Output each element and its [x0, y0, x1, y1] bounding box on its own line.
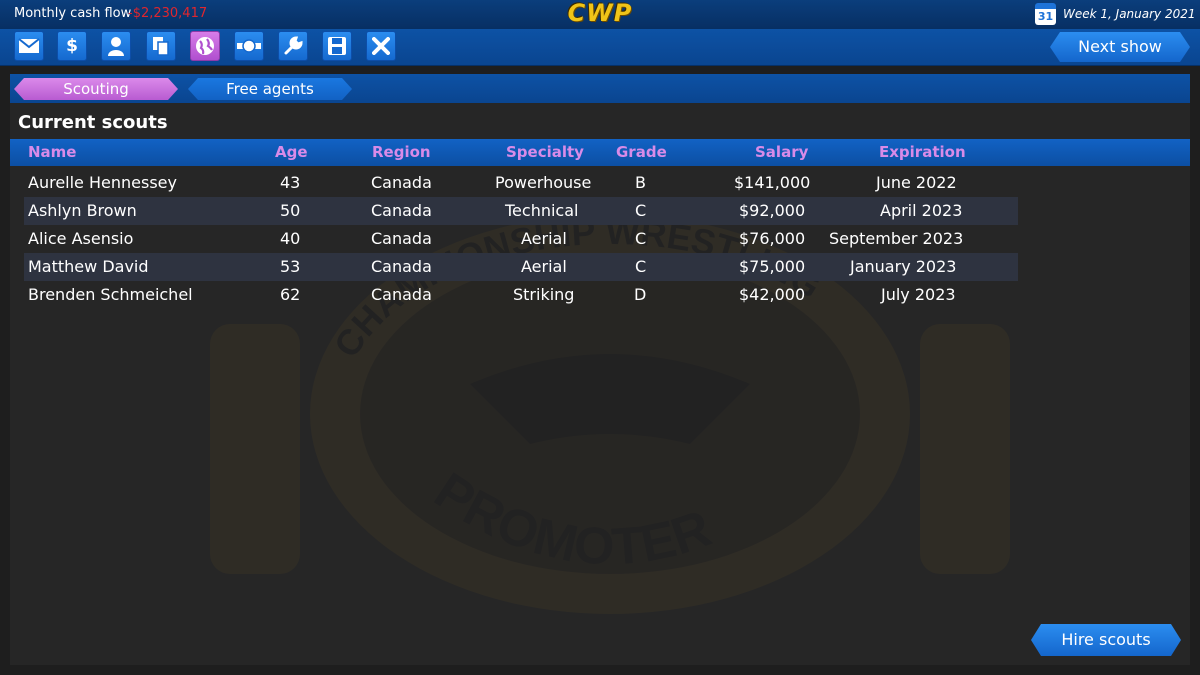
cell-grade: C — [635, 257, 647, 276]
cell-name: Ashlyn Brown — [28, 201, 137, 220]
header-name[interactable]: Name — [28, 143, 76, 161]
cell-expiration: July 2023 — [881, 285, 956, 304]
game-logo: CWP — [567, 0, 633, 27]
cell-region: Canada — [371, 257, 432, 276]
table-row[interactable]: Ashlyn Brown 50 Canada Technical C $92,0… — [24, 197, 1018, 225]
cell-specialty: Aerial — [521, 257, 567, 276]
cell-name: Aurelle Hennessey — [28, 173, 177, 192]
cell-name: Matthew David — [28, 257, 149, 276]
header-expiration[interactable]: Expiration — [879, 143, 966, 161]
cell-region: Canada — [371, 201, 432, 220]
cell-expiration: June 2022 — [876, 173, 957, 192]
cell-grade: B — [635, 173, 646, 192]
cell-expiration: April 2023 — [880, 201, 963, 220]
cell-specialty: Aerial — [521, 229, 567, 248]
cell-grade: C — [635, 201, 647, 220]
cell-region: Canada — [371, 173, 432, 192]
save-icon[interactable] — [322, 31, 352, 61]
cell-salary: $76,000 — [739, 229, 806, 248]
globe-icon[interactable] — [190, 31, 220, 61]
tab-scouting[interactable]: Scouting — [14, 78, 178, 100]
hire-scouts-button[interactable]: Hire scouts — [1031, 624, 1181, 656]
next-show-button[interactable]: Next show — [1050, 32, 1190, 62]
cell-age: 50 — [280, 201, 301, 220]
belt-icon[interactable] — [234, 31, 264, 61]
header-salary[interactable]: Salary — [755, 143, 808, 161]
close-icon[interactable] — [366, 31, 396, 61]
cell-region: Canada — [371, 229, 432, 248]
cell-name: Alice Asensio — [28, 229, 134, 248]
dollar-icon[interactable]: $ — [57, 31, 87, 61]
wrench-icon[interactable] — [278, 31, 308, 61]
cell-salary: $75,000 — [739, 257, 806, 276]
cell-salary: $42,000 — [739, 285, 806, 304]
subtab-bar: Scouting Free agents — [10, 74, 1190, 103]
cell-specialty: Powerhouse — [495, 173, 592, 192]
current-date: Week 1, January 2021 — [1063, 7, 1196, 21]
calendar-icon[interactable]: 31 — [1035, 3, 1056, 25]
cell-specialty: Technical — [505, 201, 579, 220]
cell-grade: C — [635, 229, 647, 248]
cell-salary: $92,000 — [739, 201, 806, 220]
cell-age: 43 — [280, 173, 301, 192]
top-bar: Monthly cash flow -$2,230,417 CWP 31 Wee… — [0, 0, 1200, 29]
table-row[interactable]: Brenden Schmeichel 62 Canada Striking D … — [24, 281, 1018, 309]
mail-icon[interactable] — [14, 31, 44, 61]
cell-expiration: January 2023 — [850, 257, 957, 276]
table-header: Name Age Region Specialty Grade Salary E… — [10, 139, 1190, 166]
header-specialty[interactable]: Specialty — [506, 143, 584, 161]
documents-icon[interactable] — [146, 31, 176, 61]
cell-region: Canada — [371, 285, 432, 304]
cell-specialty: Striking — [513, 285, 575, 304]
header-grade[interactable]: Grade — [616, 143, 667, 161]
cell-grade: D — [634, 285, 647, 304]
cell-name: Brenden Schmeichel — [28, 285, 193, 304]
header-age[interactable]: Age — [275, 143, 308, 161]
header-region[interactable]: Region — [372, 143, 431, 161]
table-row[interactable]: Aurelle Hennessey 43 Canada Powerhouse B… — [24, 169, 1018, 197]
cell-age: 62 — [280, 285, 301, 304]
cell-salary: $141,000 — [734, 173, 811, 192]
table-row[interactable]: Alice Asensio 40 Canada Aerial C $76,000… — [24, 225, 1018, 253]
cell-age: 40 — [280, 229, 301, 248]
scouting-panel: CHAMPIONSHIP WRESTLING PROMOTER Scouting… — [10, 74, 1190, 665]
section-title: Current scouts — [18, 112, 168, 133]
tab-free-agents[interactable]: Free agents — [188, 78, 352, 100]
cell-expiration: September 2023 — [829, 229, 964, 248]
table-row[interactable]: Matthew David 53 Canada Aerial C $75,000… — [24, 253, 1018, 281]
person-icon[interactable] — [101, 31, 131, 61]
cell-age: 53 — [280, 257, 301, 276]
main-toolbar: $ Next show — [0, 29, 1200, 66]
